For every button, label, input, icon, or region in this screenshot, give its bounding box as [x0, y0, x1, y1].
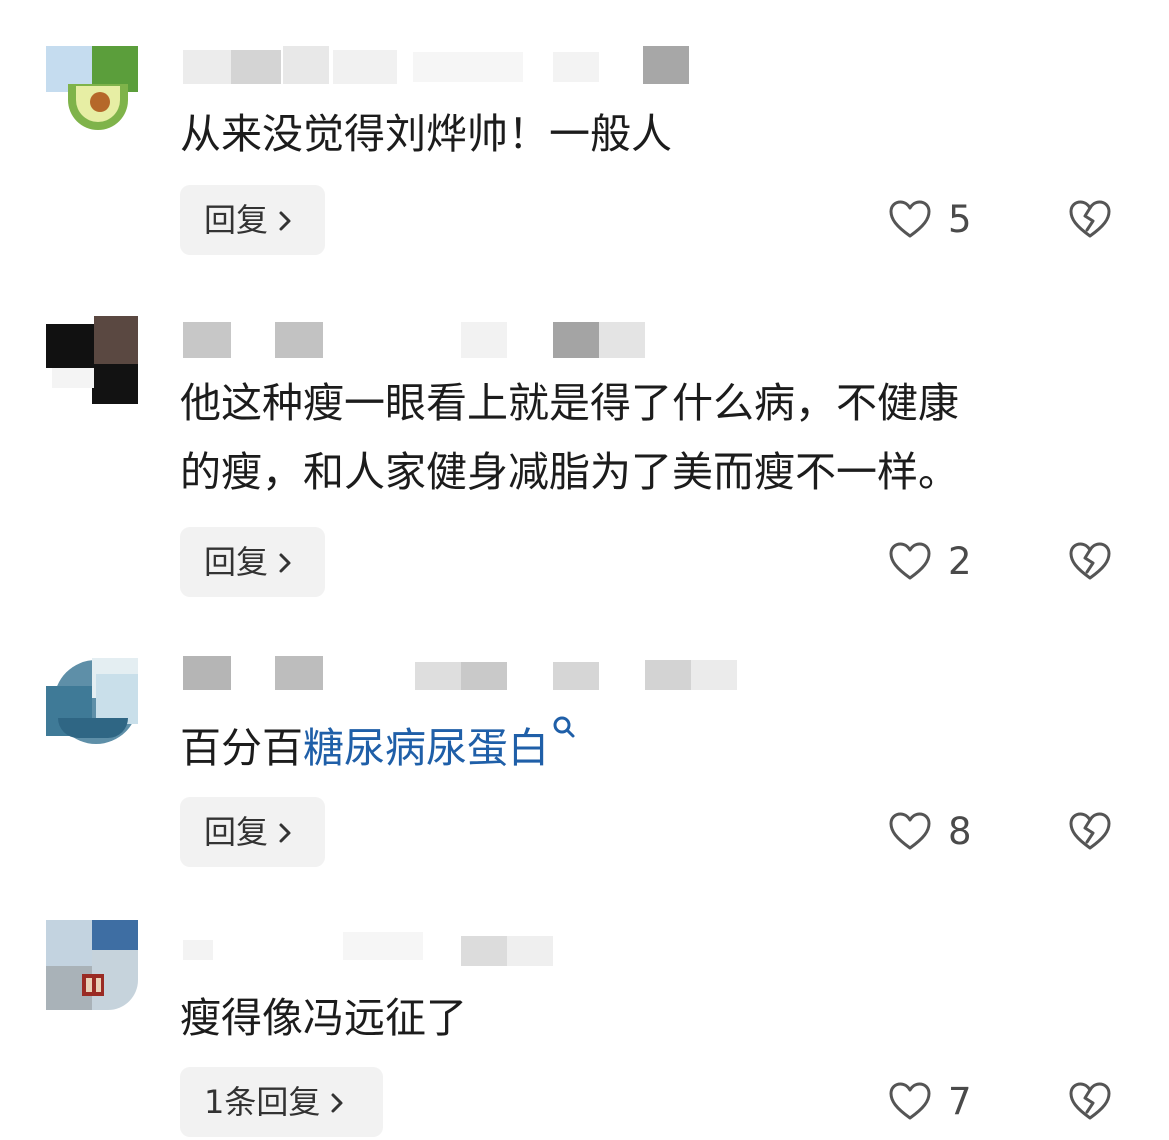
- like-button[interactable]: 7: [888, 1077, 988, 1127]
- like-count: 2: [948, 540, 972, 583]
- avatar[interactable]: [46, 920, 138, 1012]
- heart-outline-icon: [889, 200, 931, 238]
- chevron-right-icon: [279, 823, 291, 843]
- reply-label: 回复: [204, 201, 269, 239]
- comment-text: 从来没觉得刘烨帅！一般人: [180, 110, 672, 158]
- heart-outline-icon: [889, 1082, 931, 1120]
- like-button[interactable]: 5: [888, 195, 988, 245]
- reply-button[interactable]: 回复: [180, 527, 325, 597]
- heart-outline-icon: [889, 812, 931, 850]
- comment-text-line-1: 他这种瘦一眼看上就是得了什么病，不健康: [180, 379, 959, 427]
- like-button[interactable]: 8: [888, 807, 988, 857]
- chevron-right-icon: [279, 211, 291, 231]
- dislike-button[interactable]: [1068, 537, 1114, 587]
- comment-text-prefix: 百分百: [180, 724, 303, 772]
- reply-button[interactable]: 回复: [180, 185, 325, 255]
- like-count: 7: [948, 1080, 972, 1123]
- avatar[interactable]: [46, 658, 138, 750]
- username-timestamp-blurred: [183, 322, 783, 362]
- comment-text: 瘦得像冯远征了: [180, 994, 467, 1042]
- broken-heart-icon: [1069, 1082, 1111, 1120]
- avatar[interactable]: [46, 46, 138, 138]
- reply-button[interactable]: 回复: [180, 797, 325, 867]
- comment-text: 百分百糖尿病尿蛋白: [180, 714, 1130, 783]
- search-link[interactable]: 糖尿病尿蛋白: [303, 716, 577, 772]
- dislike-button[interactable]: [1068, 807, 1114, 857]
- reply-label: 回复: [204, 543, 269, 581]
- chevron-right-icon: [331, 1093, 343, 1113]
- search-link-text: 糖尿病尿蛋白: [303, 724, 549, 772]
- username-timestamp-blurred: [183, 46, 783, 86]
- broken-heart-icon: [1069, 812, 1111, 850]
- chevron-right-icon: [279, 553, 291, 573]
- search-icon: [553, 716, 575, 738]
- dislike-button[interactable]: [1068, 1077, 1114, 1127]
- reply-label: 1条回复: [204, 1083, 321, 1121]
- heart-outline-icon: [889, 542, 931, 580]
- username-timestamp-blurred: [183, 656, 783, 696]
- reply-label: 回复: [204, 813, 269, 851]
- broken-heart-icon: [1069, 200, 1111, 238]
- broken-heart-icon: [1069, 542, 1111, 580]
- comment-text-line-2: 的瘦，和人家健身减脂为了美而瘦不一样。: [180, 448, 959, 496]
- reply-button[interactable]: 1条回复: [180, 1067, 383, 1137]
- like-count: 8: [948, 810, 972, 853]
- comment-text: 他这种瘦一眼看上就是得了什么病，不健康 的瘦，和人家健身减脂为了美而瘦不一样。: [180, 369, 1130, 507]
- like-button[interactable]: 2: [888, 537, 988, 587]
- like-count: 5: [948, 198, 972, 241]
- username-timestamp-blurred: [183, 930, 783, 970]
- dislike-button[interactable]: [1068, 195, 1114, 245]
- avatar[interactable]: [46, 316, 138, 408]
